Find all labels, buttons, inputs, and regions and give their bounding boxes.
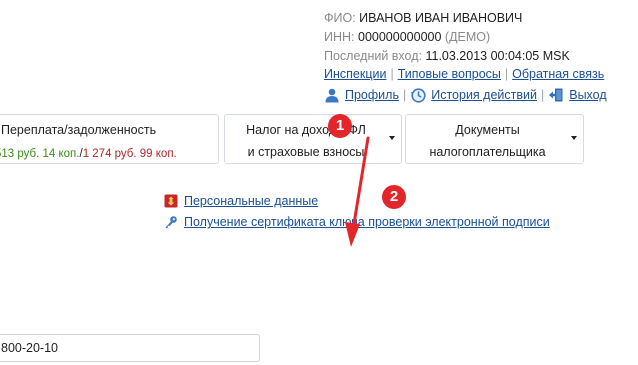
overpayment-amount: 513 руб. 14 коп. (0, 148, 80, 160)
inn-label: ИНН: (324, 30, 355, 44)
tab-overpayment[interactable]: Переплата/задолженность 513 руб. 14 коп.… (0, 114, 219, 164)
separator: | (402, 88, 407, 102)
certificate-link[interactable]: Получение сертификата ключа проверки эле… (184, 215, 550, 229)
user-fio-row: ФИО: ИВАНОВ ИВАН ИВАНОВИЧ (324, 9, 638, 28)
phone-input[interactable] (0, 334, 260, 362)
separator: | (504, 67, 509, 81)
tab-income-tax[interactable]: Налог на доходы ФЛ и страховые взносы (224, 114, 402, 164)
personal-data-item: Персональные данные (164, 194, 318, 208)
separator: | (390, 67, 394, 81)
user-info: ФИО: ИВАНОВ ИВАН ИВАНОВИЧ ИНН: 000000000… (324, 9, 638, 66)
tab-income-tax-line2: и страховые взносы (247, 145, 365, 159)
fio-label: ФИО: (324, 11, 356, 25)
profile-link[interactable]: Профиль (345, 88, 399, 102)
user-icon (325, 88, 339, 103)
inn-value: 000000000000 (358, 30, 442, 44)
tab-documents[interactable]: Документы налогоплательщика (405, 114, 584, 164)
logout-door-icon (549, 88, 563, 102)
debt-amount: 1 274 руб. 99 коп. (82, 148, 177, 160)
annotation-marker-2: 2 (382, 185, 406, 209)
logout-action[interactable]: Выход (548, 87, 607, 103)
history-clock-icon (411, 88, 426, 103)
last-login-label: Последний вход: (324, 49, 422, 63)
top-links: Инспекции | Типовые вопросы | Обратная связь (324, 67, 604, 81)
logout-link[interactable]: Выход (569, 88, 606, 102)
user-actions: Профиль | История действий | Выход (324, 87, 607, 103)
last-login-value: 11.03.2013 00:04:05 MSK (425, 49, 570, 63)
user-inn-row: ИНН: 000000000000 (ДЕМО) (324, 28, 638, 47)
separator: | (540, 88, 545, 102)
tab-documents-line1: Документы (455, 123, 520, 137)
tab-income-tax-line1: Налог на доходы ФЛ (246, 123, 366, 137)
tab-documents-line2: налогоплательщика (429, 145, 546, 159)
chevron-down-icon (389, 136, 395, 140)
annotation-marker-1: 1 (328, 114, 352, 138)
faq-link[interactable]: Типовые вопросы (398, 67, 501, 81)
emblem-icon (164, 194, 178, 208)
profile-action[interactable]: Профиль (324, 87, 399, 103)
tab-overpayment-amounts: 513 руб. 14 коп./1 274 руб. 99 коп. (0, 145, 218, 163)
history-action[interactable]: История действий (410, 87, 537, 103)
tab-overpayment-title: Переплата/задолженность (1, 123, 157, 137)
last-login-row: Последний вход: 11.03.2013 00:04:05 MSK (324, 47, 638, 66)
certificate-item: Получение сертификата ключа проверки эле… (164, 215, 550, 229)
history-link[interactable]: История действий (431, 88, 537, 102)
fio-value: ИВАНОВ ИВАН ИВАНОВИЧ (359, 11, 523, 25)
demo-badge: (ДЕМО) (444, 30, 491, 44)
personal-data-link[interactable]: Персональные данные (184, 194, 318, 208)
chevron-down-icon (571, 136, 577, 140)
feedback-link[interactable]: Обратная связь (512, 67, 604, 81)
page: ФИО: ИВАНОВ ИВАН ИВАНОВИЧ ИНН: 000000000… (0, 0, 638, 365)
inspections-link[interactable]: Инспекции (324, 67, 386, 81)
key-icon (165, 216, 177, 229)
